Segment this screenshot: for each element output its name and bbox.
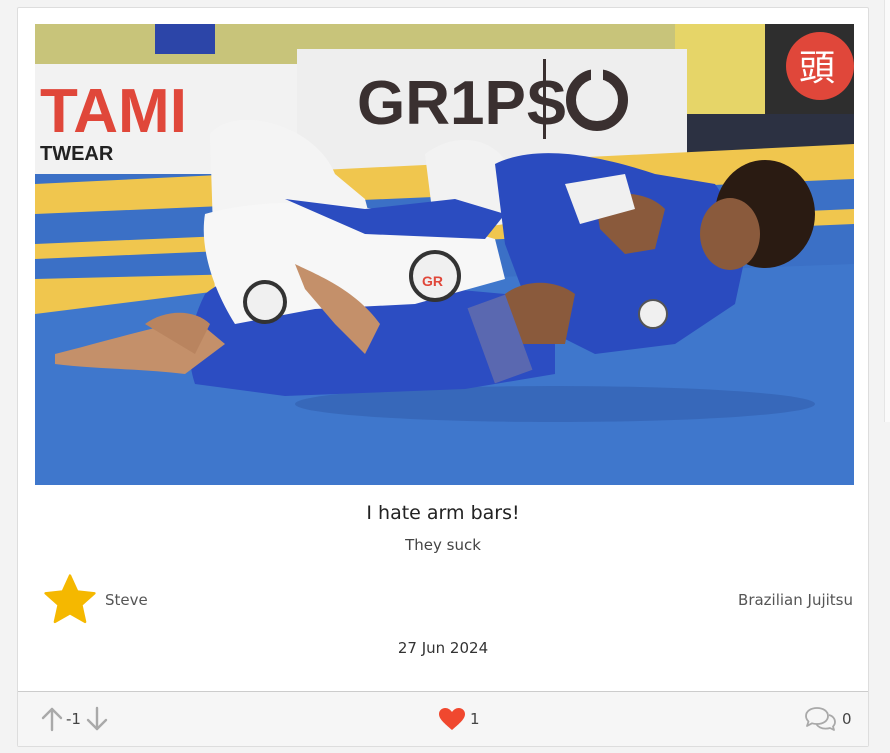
bjj-photo: TAMI TWEAR GR1PS 頭 GR [35, 24, 854, 485]
post-card: TAMI TWEAR GR1PS 頭 GR I hate arm bars! T… [17, 7, 869, 747]
author-name[interactable]: Steve [105, 591, 148, 609]
banner-left-text: TAMI [40, 77, 187, 146]
chat-bubbles-icon[interactable] [803, 705, 837, 733]
post-image[interactable]: TAMI TWEAR GR1PS 頭 GR [35, 24, 854, 485]
comment-count: 0 [842, 710, 852, 728]
banner-left-subtext: TWEAR [40, 143, 114, 165]
heart-icon[interactable] [438, 707, 466, 731]
post-date: 27 Jun 2024 [397, 639, 489, 657]
banner-center-text: GR1PS [357, 69, 567, 138]
like-count: 1 [470, 710, 480, 728]
star-icon [44, 574, 96, 624]
arrow-up-icon[interactable] [40, 706, 64, 732]
vote-score: -1 [66, 710, 81, 728]
banner-right-text: 頭 [799, 48, 835, 89]
svg-text:GR: GR [422, 273, 443, 289]
arrow-down-icon[interactable] [85, 706, 109, 732]
post-footer: -1 1 0 [18, 691, 868, 746]
post-title: I hate arm bars! [366, 502, 520, 524]
post-category[interactable]: Brazilian Jujitsu [738, 591, 853, 609]
page: TAMI TWEAR GR1PS 頭 GR I hate arm bars! T… [0, 0, 890, 753]
post-body: They suck [405, 536, 481, 554]
right-gutter [884, 0, 890, 422]
